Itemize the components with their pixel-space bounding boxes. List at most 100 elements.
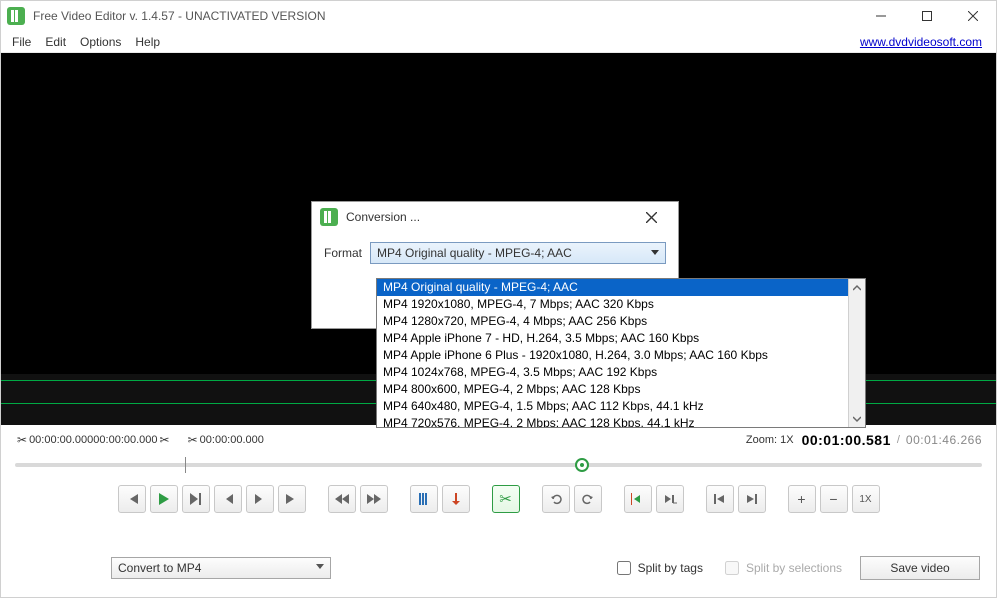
goto-mark-in-button[interactable]	[706, 485, 734, 513]
goto-mark-out-button[interactable]	[738, 485, 766, 513]
mark-out-scissor-icon: ✂	[160, 433, 170, 447]
goto-start-icon	[126, 494, 138, 504]
scroll-up-button[interactable]	[849, 279, 865, 296]
format-option[interactable]: MP4 Apple iPhone 7 - HD, H.264, 3.5 Mbps…	[377, 330, 848, 347]
playback-toolbar: ✂ + − 1X	[1, 479, 996, 519]
menu-bar: File Edit Options Help www.dvdvideosoft.…	[1, 31, 996, 53]
seek-handle[interactable]	[575, 458, 589, 472]
scroll-down-button[interactable]	[849, 410, 865, 427]
zoom-label: Zoom: 1X	[746, 434, 794, 446]
shrink-right-button[interactable]	[656, 485, 684, 513]
redo-icon	[582, 493, 594, 505]
format-label: Format	[324, 246, 362, 260]
maximize-button[interactable]	[904, 1, 950, 31]
set-mark-in-button[interactable]	[410, 485, 438, 513]
minus-icon: −	[829, 491, 837, 507]
mark-in-time: 00:00:00.000	[29, 434, 93, 446]
format-selected-value: MP4 Original quality - MPEG-4; AAC	[377, 246, 572, 260]
zoom-reset-label: 1X	[859, 494, 871, 505]
maximize-icon	[922, 11, 932, 21]
cut-button[interactable]: ✂	[492, 485, 520, 513]
menu-edit[interactable]: Edit	[38, 33, 73, 51]
close-icon	[968, 11, 978, 21]
mark-out-time: 00:00:00.000	[93, 434, 157, 446]
cursor-scissor-icon: ✂	[188, 433, 198, 447]
zoom-reset-button[interactable]: 1X	[852, 485, 880, 513]
bottom-bar: Convert to MP4 Split by tags Split by se…	[1, 553, 996, 583]
save-video-label: Save video	[890, 561, 949, 575]
format-option[interactable]: MP4 720x576, MPEG-4, 2 Mbps; AAC 128 Kbp…	[377, 415, 848, 427]
total-time: 00:01:46.266	[906, 433, 982, 447]
play-selection-button[interactable]	[182, 485, 210, 513]
goto-end-button[interactable]	[278, 485, 306, 513]
chevron-down-icon	[316, 564, 324, 569]
set-mark-out-button[interactable]	[442, 485, 470, 513]
shrink-right-icon	[663, 493, 677, 505]
goto-start-button[interactable]	[118, 485, 146, 513]
fast-rewind-icon	[335, 494, 349, 504]
chevron-down-icon	[651, 250, 659, 255]
scissor-icon: ✂	[499, 490, 512, 508]
seek-bar[interactable]	[1, 451, 996, 479]
save-video-button[interactable]: Save video	[860, 556, 980, 580]
next-frame-button[interactable]	[246, 485, 274, 513]
format-option[interactable]: MP4 1280x720, MPEG-4, 4 Mbps; AAC 256 Kb…	[377, 313, 848, 330]
undo-button[interactable]	[542, 485, 570, 513]
next-frame-icon	[255, 494, 265, 504]
goto-mark-in-icon	[714, 494, 726, 504]
minimize-button[interactable]	[858, 1, 904, 31]
dialog-titlebar[interactable]: Conversion ...	[312, 202, 678, 232]
split-by-selections-checkbox: Split by selections	[721, 558, 842, 578]
mark-in-icon	[418, 493, 430, 505]
current-time: 00:01:00.581	[802, 432, 891, 448]
format-dropdown[interactable]: MP4 Original quality - MPEG-4; AAC	[370, 242, 666, 264]
mark-out-icon	[450, 493, 462, 505]
format-option[interactable]: MP4 1024x768, MPEG-4, 3.5 Mbps; AAC 192 …	[377, 364, 848, 381]
convert-format-combo[interactable]: Convert to MP4	[111, 557, 331, 579]
play-icon	[159, 493, 169, 505]
cursor-time: 00:00:00.000	[200, 434, 264, 446]
seek-rail[interactable]	[15, 463, 982, 467]
menu-file[interactable]: File	[5, 33, 38, 51]
fast-rewind-button[interactable]	[328, 485, 356, 513]
play-selection-icon	[190, 493, 202, 505]
split-by-selections-label: Split by selections	[746, 561, 842, 575]
chevron-up-icon	[853, 284, 861, 292]
dialog-logo-icon	[320, 208, 338, 226]
zoom-in-button[interactable]: +	[788, 485, 816, 513]
play-button[interactable]	[150, 485, 178, 513]
goto-end-icon	[286, 494, 298, 504]
split-by-tags-input[interactable]	[617, 561, 631, 575]
website-link[interactable]: www.dvdvideosoft.com	[860, 35, 992, 49]
undo-icon	[550, 493, 562, 505]
shrink-left-button[interactable]	[624, 485, 652, 513]
convert-format-value: Convert to MP4	[118, 561, 201, 575]
dropdown-scrollbar[interactable]	[848, 279, 865, 427]
app-logo-icon	[7, 7, 25, 25]
format-dropdown-list[interactable]: MP4 Original quality - MPEG-4; AACMP4 19…	[376, 278, 866, 428]
window-title: Free Video Editor v. 1.4.57 - UNACTIVATE…	[33, 9, 326, 23]
plus-icon: +	[797, 491, 805, 507]
format-option[interactable]: MP4 1920x1080, MPEG-4, 7 Mbps; AAC 320 K…	[377, 296, 848, 313]
menu-options[interactable]: Options	[73, 33, 128, 51]
timecode-row: ✂ 00:00:00.000 00:00:00.000 ✂ ✂ 00:00:00…	[1, 425, 996, 451]
format-option[interactable]: MP4 640x480, MPEG-4, 1.5 Mbps; AAC 112 K…	[377, 398, 848, 415]
redo-button[interactable]	[574, 485, 602, 513]
format-option[interactable]: MP4 Apple iPhone 6 Plus - 1920x1080, H.2…	[377, 347, 848, 364]
zoom-out-button[interactable]: −	[820, 485, 848, 513]
close-button[interactable]	[950, 1, 996, 31]
dialog-close-button[interactable]	[646, 212, 670, 223]
split-by-tags-checkbox[interactable]: Split by tags	[613, 558, 703, 578]
prev-frame-button[interactable]	[214, 485, 242, 513]
menu-help[interactable]: Help	[128, 33, 167, 51]
fast-forward-button[interactable]	[360, 485, 388, 513]
format-option[interactable]: MP4 Original quality - MPEG-4; AAC	[377, 279, 848, 296]
chevron-down-icon	[853, 415, 861, 423]
time-separator: /	[897, 434, 900, 446]
fast-forward-icon	[367, 494, 381, 504]
goto-mark-out-icon	[746, 494, 758, 504]
scroll-track[interactable]	[849, 296, 865, 410]
split-by-selections-input	[725, 561, 739, 575]
minimize-icon	[876, 11, 886, 21]
format-option[interactable]: MP4 800x600, MPEG-4, 2 Mbps; AAC 128 Kbp…	[377, 381, 848, 398]
